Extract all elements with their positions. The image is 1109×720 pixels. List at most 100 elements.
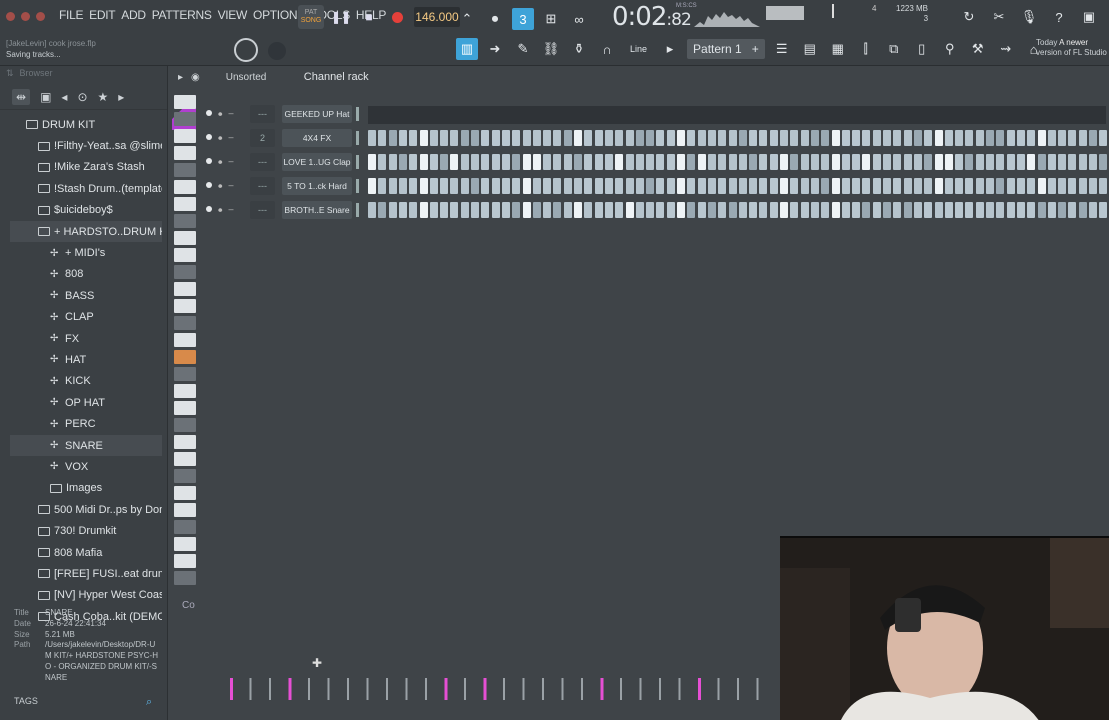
- step-button[interactable]: [903, 178, 912, 194]
- step-button[interactable]: [934, 154, 943, 170]
- step-button[interactable]: [780, 202, 788, 218]
- mute-led[interactable]: [206, 182, 212, 188]
- step-button[interactable]: [429, 130, 438, 146]
- step-button[interactable]: [625, 154, 634, 170]
- step-button[interactable]: [975, 202, 984, 218]
- browser-item[interactable]: ✢ KICK: [10, 371, 162, 392]
- step-button[interactable]: [944, 130, 953, 146]
- step-button[interactable]: [543, 202, 552, 218]
- step-button[interactable]: [563, 202, 572, 218]
- step-button[interactable]: [986, 202, 994, 218]
- step-button[interactable]: [1047, 202, 1056, 218]
- browser-item[interactable]: ✢ HAT: [10, 349, 162, 370]
- step-button[interactable]: [1016, 154, 1025, 170]
- pan-knob-icon[interactable]: ⦁: [218, 180, 223, 191]
- step-button[interactable]: [872, 154, 881, 170]
- piano-key[interactable]: [174, 146, 196, 160]
- step-button[interactable]: [965, 130, 974, 146]
- step-button[interactable]: [780, 154, 788, 170]
- piano-key[interactable]: [174, 180, 196, 194]
- step-button[interactable]: [841, 178, 850, 194]
- piano-key[interactable]: [174, 299, 196, 313]
- step-button[interactable]: [553, 130, 562, 146]
- step-button[interactable]: [378, 178, 387, 194]
- step-button[interactable]: [553, 154, 562, 170]
- step-button[interactable]: [893, 178, 902, 194]
- piano-key[interactable]: [174, 520, 196, 534]
- step-button[interactable]: [738, 178, 747, 194]
- step-button[interactable]: [893, 202, 902, 218]
- step-button[interactable]: [718, 178, 727, 194]
- step-button[interactable]: [501, 202, 510, 218]
- step-button[interactable]: [1037, 154, 1046, 170]
- step-button[interactable]: [615, 130, 624, 146]
- menu-edit[interactable]: EDIT: [86, 8, 118, 22]
- step-button[interactable]: [450, 202, 459, 218]
- step-button[interactable]: [429, 202, 438, 218]
- step-button[interactable]: [687, 202, 696, 218]
- volume-knob-icon[interactable]: –: [229, 156, 234, 167]
- search-icon[interactable]: ⌕: [146, 696, 152, 709]
- browser-item[interactable]: $uicideboy$: [10, 200, 162, 221]
- step-button[interactable]: [1099, 154, 1108, 170]
- step-button[interactable]: [707, 154, 716, 170]
- step-button[interactable]: [687, 178, 696, 194]
- step-button[interactable]: [821, 178, 830, 194]
- step-button[interactable]: [924, 130, 933, 146]
- mixer-track-number[interactable]: ---: [250, 105, 275, 123]
- plugin-db-icon[interactable]: ◂: [61, 90, 67, 104]
- step-button[interactable]: [955, 178, 964, 194]
- browser-nav-icon[interactable]: ⇅: [6, 68, 14, 82]
- maximize-window-icon[interactable]: [36, 12, 45, 21]
- cut-icon[interactable]: ✂: [988, 6, 1010, 28]
- channel-select-indicator[interactable]: [356, 203, 359, 217]
- step-button[interactable]: [883, 178, 891, 194]
- step-button[interactable]: [491, 202, 500, 218]
- step-button[interactable]: [1089, 202, 1097, 218]
- tools-icon[interactable]: ⚒: [967, 38, 989, 60]
- step-button[interactable]: [800, 178, 809, 194]
- step-button[interactable]: [1006, 178, 1015, 194]
- step-button[interactable]: [625, 202, 634, 218]
- step-button[interactable]: [697, 202, 706, 218]
- step-button[interactable]: [883, 202, 891, 218]
- step-button[interactable]: [594, 154, 603, 170]
- step-button[interactable]: [975, 154, 984, 170]
- play-pattern-icon[interactable]: ▸: [659, 38, 681, 60]
- step-button[interactable]: [841, 154, 850, 170]
- step-button[interactable]: [574, 178, 582, 194]
- step-button[interactable]: [965, 178, 974, 194]
- step-button[interactable]: [368, 202, 376, 218]
- step-button[interactable]: [996, 178, 1005, 194]
- step-button[interactable]: [831, 202, 840, 218]
- piano-key[interactable]: [174, 282, 196, 296]
- step-button[interactable]: [790, 178, 799, 194]
- refresh-icon[interactable]: ↻: [958, 6, 980, 28]
- step-button[interactable]: [996, 130, 1005, 146]
- step-button[interactable]: [574, 130, 582, 146]
- step-button[interactable]: [862, 130, 871, 146]
- step-button[interactable]: [810, 154, 819, 170]
- step-button[interactable]: [728, 202, 737, 218]
- brush-icon[interactable]: ✎: [512, 38, 534, 60]
- mic-icon[interactable]: 🎙: [1018, 6, 1040, 28]
- step-button[interactable]: [841, 130, 850, 146]
- menu-add[interactable]: ADD: [118, 8, 148, 22]
- step-button[interactable]: [460, 178, 469, 194]
- step-button[interactable]: [1068, 178, 1077, 194]
- step-button[interactable]: [1016, 178, 1025, 194]
- step-button[interactable]: [543, 178, 552, 194]
- step-button[interactable]: [749, 178, 758, 194]
- mute-led[interactable]: [206, 206, 212, 212]
- forward-icon[interactable]: ⇝: [995, 38, 1017, 60]
- step-button[interactable]: [450, 130, 459, 146]
- countdown-icon[interactable]: 3: [512, 8, 534, 30]
- channel-name-button[interactable]: 4X4 FX: [282, 129, 352, 147]
- step-button[interactable]: [563, 178, 572, 194]
- step-button[interactable]: [368, 130, 376, 146]
- step-button[interactable]: [584, 178, 593, 194]
- step-button[interactable]: [635, 178, 644, 194]
- all-icon[interactable]: ⇹: [12, 88, 31, 105]
- mute-led[interactable]: [206, 110, 212, 116]
- mixer-track-number[interactable]: ---: [250, 153, 275, 171]
